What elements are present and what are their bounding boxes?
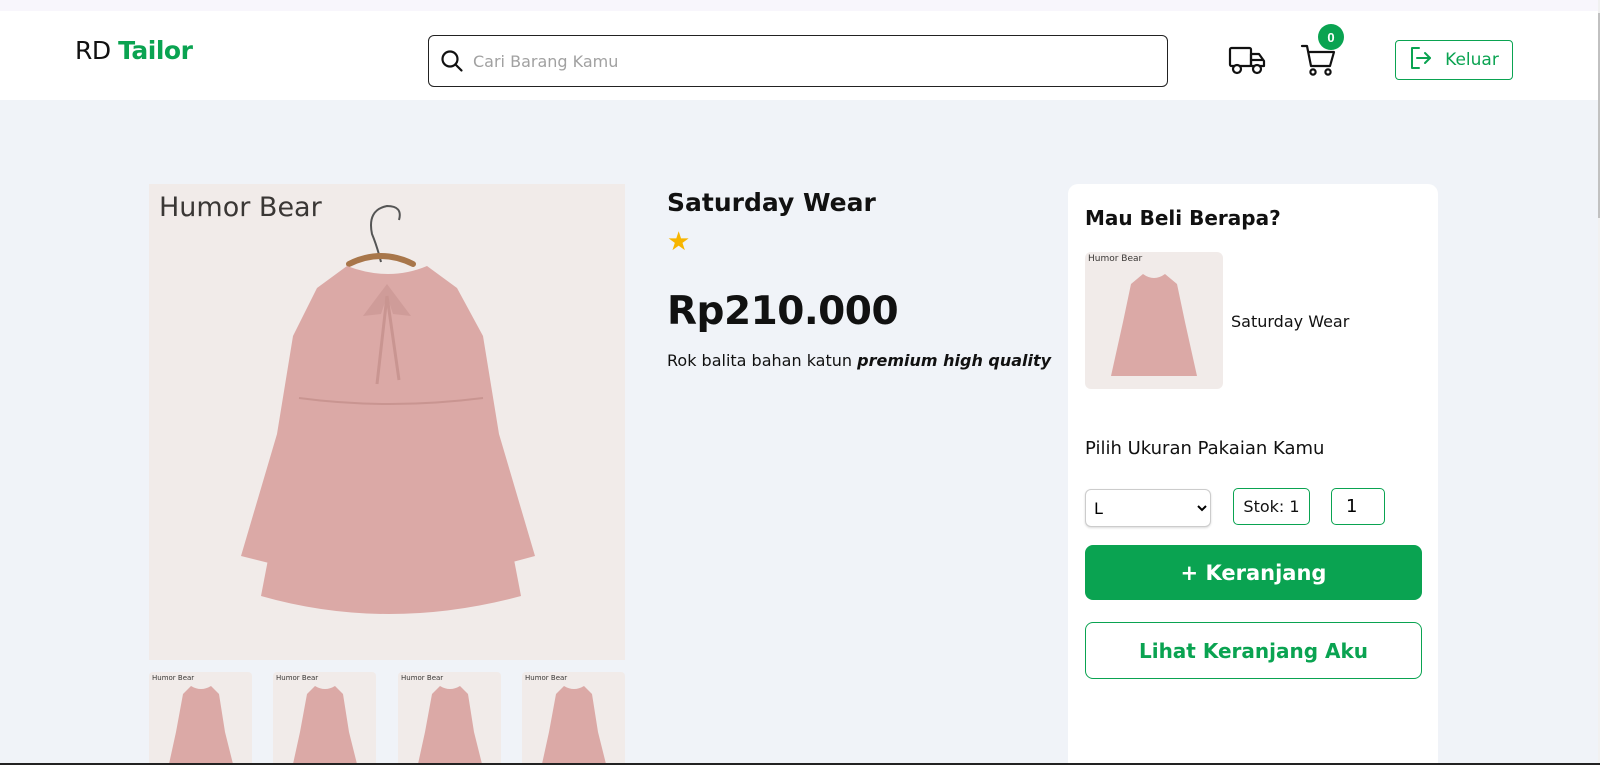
description-text: Rok balita bahan katun [667,351,853,370]
purchase-product-name: Saturday Wear [1231,312,1350,331]
logo-brand: Tailor [118,36,193,65]
description-emphasis: premium high quality [857,351,1052,370]
thumbnail-3[interactable]: Humor Bear [398,672,501,765]
truck-icon[interactable] [1228,43,1266,77]
quantity-input[interactable] [1331,488,1385,525]
search-icon[interactable] [439,48,465,74]
search-input[interactable] [473,51,1133,71]
search-bar[interactable] [428,35,1168,87]
view-cart-button[interactable]: Lihat Keranjang Aku [1085,622,1422,679]
add-to-cart-button[interactable]: + Keranjang [1085,545,1422,600]
thumbnail-dress [418,686,482,764]
thumbnail-dress [542,686,606,764]
thumbnail-dress [293,686,357,764]
dress-illustration [241,204,535,614]
top-strip [0,0,1600,11]
cart-count-badge: 0 [1318,24,1344,50]
site-logo[interactable]: RD Tailor [75,36,193,65]
product-main-image[interactable]: Humor Bear [149,184,625,660]
thumbnail-dress [169,686,233,764]
thumbnail-2[interactable]: Humor Bear [273,672,376,765]
purchase-heading: Mau Beli Berapa? [1085,206,1281,230]
thumbnail-1[interactable]: Humor Bear [149,672,252,765]
purchase-panel: Mau Beli Berapa? Humor Bear Saturday Wea… [1068,184,1438,765]
panel-dress [1111,274,1197,376]
logout-icon [1409,46,1433,75]
thumbnail-4[interactable]: Humor Bear [522,672,625,765]
logout-button[interactable]: Keluar [1395,40,1513,80]
star-rating: ★ [667,226,691,256]
logout-label: Keluar [1445,50,1499,70]
purchase-product-image: Humor Bear [1085,252,1223,389]
logo-prefix: RD [75,36,111,65]
size-select[interactable]: L [1085,489,1211,527]
thumbnail-strip: Humor Bear Humor Bear Humor Bear Humor B… [149,672,625,765]
size-heading: Pilih Ukuran Pakaian Kamu [1085,438,1325,459]
product-price: Rp210.000 [667,289,899,334]
product-title: Saturday Wear [667,188,876,217]
stock-badge: Stok: 1 [1233,488,1310,525]
product-description: Rok balita bahan katun premium high qual… [667,351,1051,370]
